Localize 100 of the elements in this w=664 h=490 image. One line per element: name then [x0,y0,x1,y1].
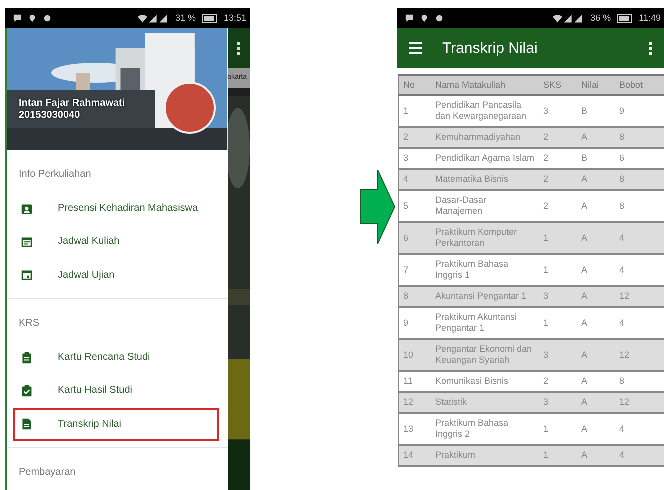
more-icon [237,42,240,54]
table-cell: 2 [398,127,432,148]
table-cell: Dasar-Dasar Manajemen [431,190,540,222]
table-cell: Praktikum [431,445,540,466]
clipboard-check-icon [21,384,33,397]
menu-item[interactable]: Transkrip Nilai [13,408,219,441]
table-cell: Pengantar Ekonomi dan Keuangan Syariah [431,339,540,371]
table-cell: 3 [539,339,578,371]
table-cell: A [577,254,616,286]
table-cell: 3 [539,286,578,307]
table-cell: A [577,222,616,254]
table-cell: A [577,190,616,222]
table-cell: Statistik [431,392,540,413]
table-cell: 5 [398,190,432,222]
table-cell: Kemuhammadiyahan [431,127,540,148]
more-icon[interactable] [649,42,652,54]
table-cell: 8 [615,127,664,148]
table-cell: Praktikum Bahasa Inggris 2 [431,413,540,445]
section-header: Info Perkuliahan [18,168,92,182]
table-cell: 12 [398,392,432,413]
column-header: SKS [539,75,578,95]
menu-item[interactable]: Jadwal Ujian [13,258,219,292]
table-cell: 1 [539,445,578,466]
table-cell: A [577,392,616,413]
table-cell: B [577,95,616,127]
battery-icon [617,14,634,22]
table-cell: 4 [615,413,664,445]
table-cell: 2 [539,127,578,148]
table-cell: Praktikum Bahasa Inggris 1 [431,254,540,286]
table-cell: 1 [539,254,578,286]
section-header: KRS [18,316,41,331]
menu-item[interactable]: Kartu Rencana Studi [13,340,219,374]
table-cell: 7 [398,254,432,286]
table-cell: 4 [615,254,664,286]
table-cell: A [577,339,616,371]
table-cell: Praktikum Komputer Perkantoran [431,222,540,254]
signal-icon [552,13,585,23]
table-cell: 9 [398,307,432,339]
location-icon [28,14,37,22]
calendar-icon [21,236,33,248]
table-cell: 12 [615,286,664,307]
table-cell: 1 [539,222,578,254]
table-cell: Akuntansi Pengantar 1 [431,286,540,307]
table-cell: Matematika Bisnis [431,169,540,190]
menu-item[interactable]: Kartu Hasil Studi [13,374,219,408]
table-cell: A [577,413,616,445]
battery-percent: 36 % [590,13,612,23]
document-icon [21,418,33,430]
table-cell: 2 [539,371,578,392]
message-icon [13,14,22,22]
table-cell: B [577,148,616,169]
contact-icon [21,202,33,215]
table-cell: 13 [398,413,432,445]
battery-percent: 31 % [176,13,196,23]
table-cell: 3 [539,392,578,413]
clock: 11:49 [639,13,661,23]
clipboard-icon [21,352,33,364]
menu-item[interactable]: Presensi Kehadiran Mahasiswa [13,192,219,226]
location-icon [420,14,430,22]
table-cell: 12 [615,392,664,413]
column-header: No [398,75,432,95]
message-icon [405,14,414,22]
table-cell: 4 [615,222,664,254]
table-cell: 4 [398,169,432,190]
calendar-icon [21,269,33,282]
table-cell: A [577,286,616,307]
table-cell: 14 [398,445,432,466]
table-cell: Pendidikan Pancasila dan Kewarganegaraan [431,95,540,127]
table-cell: A [577,371,616,392]
table-cell: A [577,127,616,148]
column-header: Nilai [577,75,616,95]
menu-icon[interactable] [409,42,422,54]
table-cell: 11 [398,371,432,392]
table-cell: 8 [615,190,664,222]
table-cell: 3 [398,148,432,169]
table-cell: 8 [398,286,432,307]
table-cell: 8 [615,169,664,190]
screen-title: Transkrip Nilai [442,40,538,56]
table-cell: 2 [539,148,578,169]
table-cell: 2 [539,190,578,222]
table-cell: A [577,169,616,190]
table-cell: 1 [539,413,578,445]
section-header: Pembayaran [18,466,77,480]
table-cell: 1 [398,95,432,127]
table-cell: 3 [539,95,578,127]
column-header: Bobot [615,75,664,95]
table-cell: 4 [615,445,664,466]
table-cell: 6 [398,222,432,254]
table-cell: A [577,307,616,339]
signal-icon [138,13,170,23]
table-cell: 2 [539,169,578,190]
menu-item[interactable]: Jadwal Kuliah [13,225,219,259]
table-cell: 12 [615,339,664,371]
battery-icon [202,14,218,22]
table-cell: A [577,445,616,466]
table-cell: 10 [398,339,432,371]
column-header: Nama Matakuliah [431,75,540,95]
table-cell: Pendidikan Agama Islam [431,148,540,169]
table-cell: 9 [615,95,664,127]
table-cell: 6 [615,148,664,169]
